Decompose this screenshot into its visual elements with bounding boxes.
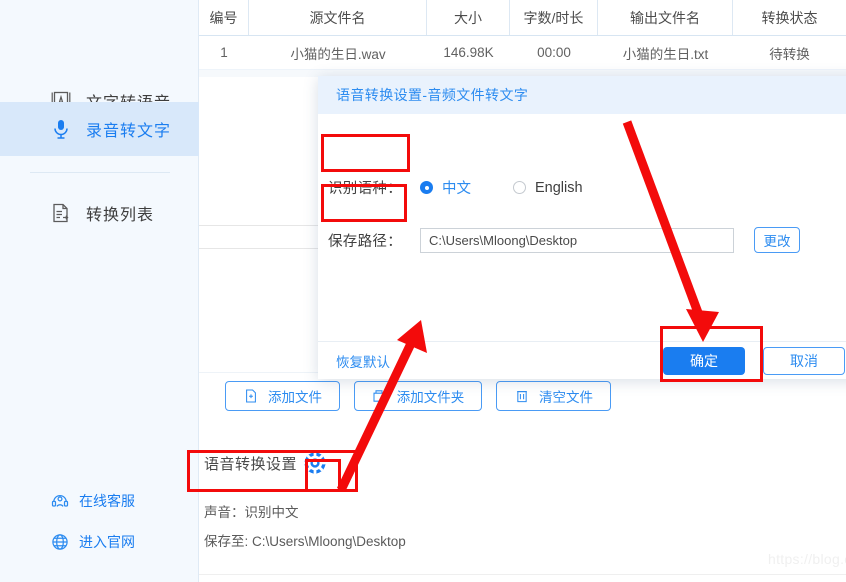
- table-header-row: 编号 源文件名 大小 字数/时长 输出文件名 转换状态: [199, 0, 846, 36]
- cell-index: 1: [220, 45, 228, 60]
- file-table: 编号 源文件名 大小 字数/时长 输出文件名 转换状态 1 小猫的生日.wav …: [199, 0, 846, 70]
- cell-source: 小猫的生日.wav: [290, 46, 386, 62]
- sidebar-link-label: 在线客服: [79, 493, 135, 509]
- radio-chinese[interactable]: 中文: [420, 177, 471, 198]
- column-header-status[interactable]: 转换状态: [733, 0, 846, 35]
- cell-status: 待转换: [769, 46, 810, 62]
- speech-settings-dialog: 语音转换设置-音频文件转文字 识别语种： 中文 English 保存路径： C:…: [318, 76, 846, 379]
- status-voice: 声音：识别中文: [204, 505, 299, 520]
- save-path-row: 保存路径： C:\Users\Mloong\Desktop 更改: [318, 227, 800, 253]
- add-folder-label: 添加文件夹: [396, 390, 465, 405]
- save-path-label: 保存路径：: [328, 233, 402, 250]
- dialog-title: 语音转换设置-音频文件转文字: [318, 76, 846, 114]
- file-plus-icon: [243, 388, 259, 404]
- status-save-path: 保存至: C:\Users\Mloong\Desktop: [204, 534, 406, 549]
- radio-chinese-label: 中文: [442, 181, 471, 197]
- radio-dot-icon: [513, 181, 526, 194]
- trash-icon: [514, 388, 530, 404]
- app-window: 文字转语音 录音转文字: [0, 0, 846, 582]
- clear-files-button[interactable]: 清空文件: [496, 381, 611, 411]
- sidebar-link-label: 进入官网: [79, 534, 135, 550]
- sidebar-link-website[interactable]: 进入官网: [0, 527, 199, 557]
- cell-duration: 00:00: [537, 45, 571, 60]
- sidebar-item-label: 转换列表: [86, 207, 155, 224]
- annotation-box-confirm: [660, 326, 763, 382]
- annotation-box-gear: [305, 459, 341, 492]
- watermark: https://blog.csdn.net/weixin_44569520: [768, 551, 846, 567]
- column-header-source[interactable]: 源文件名: [249, 0, 427, 35]
- sidebar-link-support[interactable]: 在线客服: [0, 486, 199, 516]
- sidebar-divider: [30, 172, 170, 173]
- add-file-label: 添加文件: [268, 390, 322, 405]
- radio-english-label: English: [535, 179, 583, 196]
- column-header-duration[interactable]: 字数/时长: [510, 0, 598, 35]
- radio-english[interactable]: English: [513, 180, 583, 196]
- restore-defaults-link[interactable]: 恢复默认: [336, 351, 390, 371]
- list-icon: [48, 200, 74, 226]
- sidebar-item-label: 录音转文字: [86, 123, 172, 140]
- cancel-button[interactable]: 取消: [763, 347, 845, 375]
- radio-dot-selected-icon: [420, 181, 433, 194]
- change-path-button[interactable]: 更改: [754, 227, 800, 253]
- sidebar: 文字转语音 录音转文字: [0, 0, 199, 582]
- dialog-footer: 恢复默认 确定 取消: [318, 341, 846, 379]
- globe-icon: [50, 532, 70, 552]
- column-header-output[interactable]: 输出文件名: [598, 0, 733, 35]
- cell-output: 小猫的生日.txt: [622, 46, 709, 62]
- annotation-box-language: [321, 134, 410, 172]
- microphone-icon: [48, 116, 74, 142]
- add-folder-button[interactable]: 添加文件夹: [354, 381, 482, 411]
- cell-size: 146.98K: [443, 45, 494, 60]
- clear-files-label: 清空文件: [539, 390, 593, 405]
- bottom-divider: [199, 574, 846, 575]
- save-path-input[interactable]: C:\Users\Mloong\Desktop: [420, 227, 734, 253]
- column-header-index[interactable]: 编号: [199, 0, 249, 35]
- column-header-size[interactable]: 大小: [427, 0, 510, 35]
- table-row[interactable]: 1 小猫的生日.wav 146.98K 00:00 小猫的生日.txt 待转换: [199, 36, 846, 70]
- folder-icon: [372, 388, 388, 404]
- sidebar-item-audio-to-text[interactable]: 录音转文字: [0, 102, 199, 156]
- annotation-box-save-path: [321, 184, 407, 222]
- headset-icon: [50, 491, 70, 511]
- sidebar-item-conversion-list[interactable]: 转换列表: [0, 186, 199, 240]
- add-file-button[interactable]: 添加文件: [225, 381, 340, 411]
